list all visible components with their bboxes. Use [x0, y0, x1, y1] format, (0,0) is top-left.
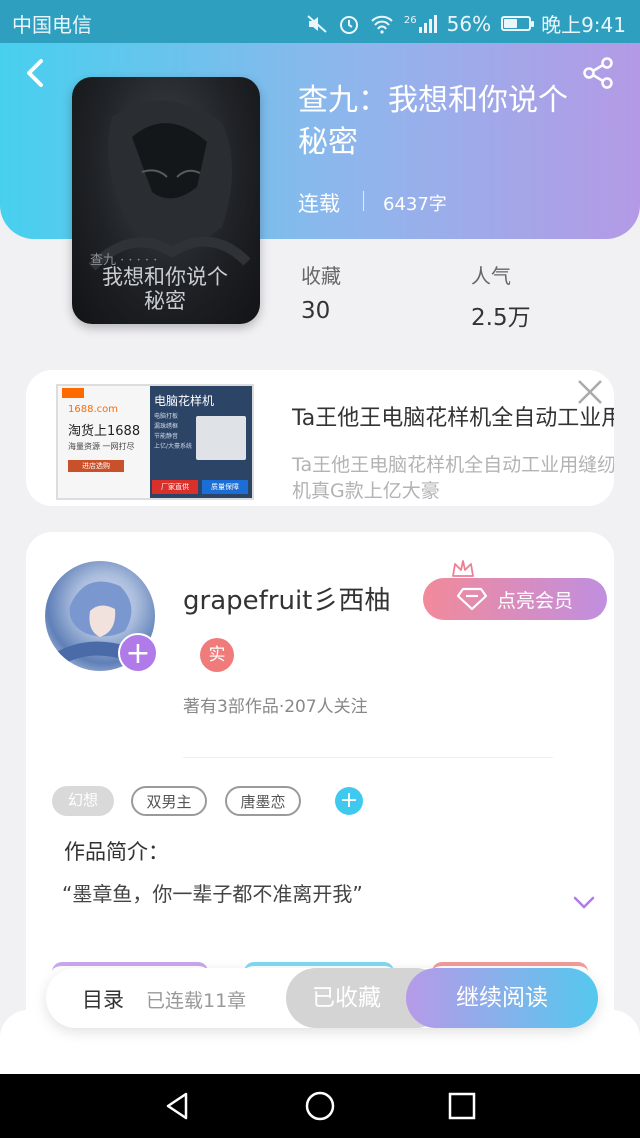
vip-button[interactable]: 点亮会员	[423, 578, 607, 620]
ad-image-right: 电脑花样机 电脑打板 漏珠绣框 节能静音 上亿/大豪系统 厂家直供 质量保障	[150, 386, 252, 498]
ad-card[interactable]: 1688.com 淘货上1688 海量资源 一网打尽 进店选购 电脑花样机 电脑…	[26, 370, 614, 506]
stat-value-favorites: 30	[301, 298, 331, 324]
ad-headline: 淘货上1688	[68, 424, 141, 439]
mute-icon	[307, 14, 327, 33]
back-icon[interactable]	[18, 55, 54, 91]
divider	[363, 191, 364, 211]
wifi-icon	[371, 15, 393, 34]
follow-plus-icon[interactable]: +	[118, 633, 158, 673]
intro-text: “墨章鱼，你一辈子都不准离开我”	[62, 882, 363, 906]
signal-icon: 26	[403, 14, 437, 33]
word-count: 6437字	[383, 194, 447, 215]
chevron-down-icon[interactable]	[572, 893, 596, 911]
chapter-count[interactable]: 已连载11章	[146, 986, 246, 1013]
battery-percent: 56%	[446, 11, 492, 36]
ad-cta: 进店选购	[68, 460, 124, 472]
ad-description: Ta王他王电脑花样机全自动工业用缝纫机真G款上亿大豪	[292, 454, 614, 502]
ad-product-title: 电脑花样机	[154, 394, 215, 408]
status-icons: 26 56% 晚上9:41	[306, 9, 626, 38]
machine-image	[196, 416, 246, 460]
tag-fantasy[interactable]: 幻想	[52, 786, 114, 816]
navigation-bar	[0, 1074, 640, 1138]
crown-icon	[452, 560, 474, 577]
nav-back-icon[interactable]	[162, 1090, 194, 1122]
ad-tag-1: 厂家直供	[152, 480, 198, 494]
battery-icon	[501, 16, 535, 31]
intro-label: 作品简介：	[64, 840, 169, 864]
ad-features: 电脑打板 漏珠绣框 节能静音 上亿/大豪系统	[154, 413, 193, 450]
author-meta: 著有3部作品·207人关注	[183, 697, 368, 717]
nav-recents-icon[interactable]	[446, 1090, 478, 1122]
carrier-label: 中国电信	[12, 13, 92, 37]
ad-tag-2: 质量保障	[202, 480, 248, 494]
book-status: 连载	[298, 192, 340, 216]
tag-double-male[interactable]: 双男主	[131, 786, 207, 816]
stat-value-popularity: 2.5万	[471, 305, 531, 331]
ad-sub: 海量资源 一网打尽	[68, 442, 135, 451]
signal-label: 26	[403, 14, 417, 26]
author-name[interactable]: grapefruit彡西柚	[183, 580, 390, 617]
vip-button-label: 点亮会员	[496, 589, 573, 612]
cover-caption: 我想和你说个 秘密	[102, 265, 228, 313]
ad-site: 1688.com	[68, 404, 118, 415]
alarm-icon	[339, 15, 358, 34]
clock: 晚上9:41	[541, 13, 626, 37]
status-bar: 中国电信 26 56% 晚上9:41	[0, 0, 640, 43]
stat-label-popularity: 人气	[471, 264, 511, 288]
add-tag-icon[interactable]: +	[335, 787, 363, 815]
close-icon[interactable]	[574, 376, 606, 408]
diamond-icon	[456, 587, 487, 611]
book-title: 查九：我想和你说个秘密	[298, 83, 568, 160]
ad-image-left: 1688.com 淘货上1688 海量资源 一网打尽 进店选购	[58, 386, 150, 498]
continue-reading-button[interactable]: 继续阅读	[406, 968, 598, 1028]
ad-title[interactable]: Ta王他王电脑花样机全自动工业用缝纫机	[292, 400, 614, 432]
toc-button[interactable]: 目录	[82, 984, 124, 1014]
verified-badge: 实	[200, 638, 234, 672]
tag-couple[interactable]: 唐墨恋	[225, 786, 301, 816]
divider	[183, 757, 553, 758]
book-cover[interactable]: 查九 · · · · · 我想和你说个 秘密	[72, 77, 260, 324]
nav-home-icon[interactable]	[304, 1090, 336, 1122]
stat-label-favorites: 收藏	[301, 264, 341, 288]
ad-image[interactable]: 1688.com 淘货上1688 海量资源 一网打尽 进店选购 电脑花样机 电脑…	[56, 384, 254, 500]
